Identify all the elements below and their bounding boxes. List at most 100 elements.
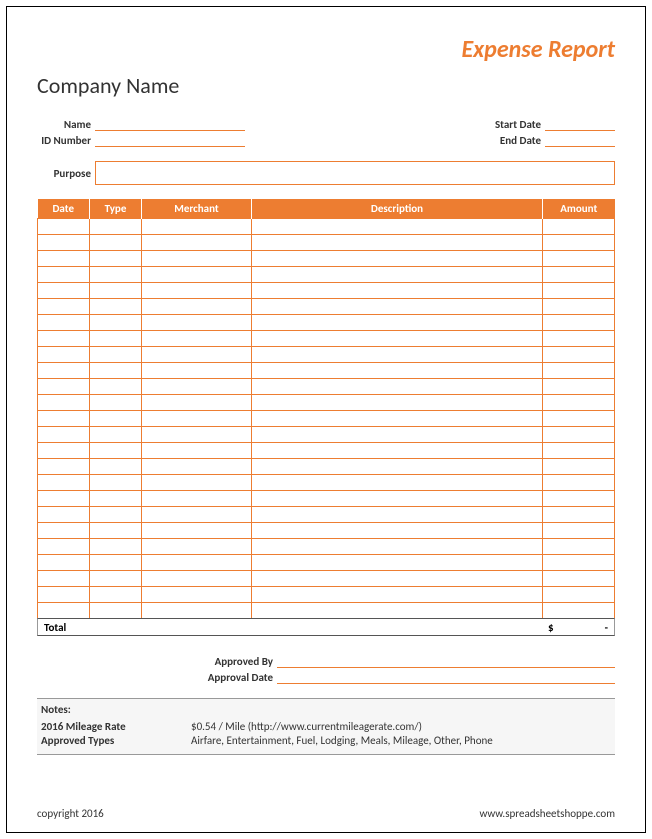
table-cell[interactable] (38, 459, 90, 475)
table-cell[interactable] (38, 299, 90, 315)
table-cell[interactable] (90, 555, 142, 571)
table-cell[interactable] (543, 427, 615, 443)
table-cell[interactable] (252, 475, 543, 491)
table-cell[interactable] (38, 347, 90, 363)
table-cell[interactable] (252, 315, 543, 331)
table-cell[interactable] (90, 475, 142, 491)
table-cell[interactable] (543, 267, 615, 283)
table-cell[interactable] (38, 475, 90, 491)
table-cell[interactable] (90, 283, 142, 299)
table-cell[interactable] (252, 251, 543, 267)
table-cell[interactable] (252, 571, 543, 587)
table-cell[interactable] (543, 491, 615, 507)
table-cell[interactable] (252, 491, 543, 507)
table-cell[interactable] (90, 523, 142, 539)
name-input-line[interactable] (95, 117, 245, 131)
table-cell[interactable] (90, 315, 142, 331)
table-cell[interactable] (543, 571, 615, 587)
table-cell[interactable] (543, 475, 615, 491)
table-cell[interactable] (543, 523, 615, 539)
table-cell[interactable] (142, 587, 252, 603)
table-cell[interactable] (252, 283, 543, 299)
table-cell[interactable] (543, 363, 615, 379)
table-cell[interactable] (252, 267, 543, 283)
table-cell[interactable] (90, 491, 142, 507)
table-cell[interactable] (252, 555, 543, 571)
table-cell[interactable] (142, 395, 252, 411)
table-cell[interactable] (142, 251, 252, 267)
table-cell[interactable] (38, 491, 90, 507)
table-cell[interactable] (543, 555, 615, 571)
table-cell[interactable] (252, 379, 543, 395)
table-cell[interactable] (38, 411, 90, 427)
table-cell[interactable] (543, 539, 615, 555)
table-cell[interactable] (543, 411, 615, 427)
table-cell[interactable] (252, 427, 543, 443)
table-cell[interactable] (38, 555, 90, 571)
table-cell[interactable] (90, 507, 142, 523)
table-cell[interactable] (543, 219, 615, 235)
table-cell[interactable] (142, 539, 252, 555)
end-date-input-line[interactable] (545, 133, 615, 147)
table-cell[interactable] (543, 379, 615, 395)
table-cell[interactable] (252, 539, 543, 555)
approved-by-input-line[interactable] (277, 654, 615, 668)
table-cell[interactable] (543, 251, 615, 267)
table-cell[interactable] (90, 443, 142, 459)
table-cell[interactable] (38, 603, 90, 619)
table-cell[interactable] (252, 219, 543, 235)
table-cell[interactable] (142, 603, 252, 619)
table-cell[interactable] (543, 331, 615, 347)
table-cell[interactable] (252, 395, 543, 411)
table-cell[interactable] (252, 411, 543, 427)
table-cell[interactable] (252, 603, 543, 619)
table-cell[interactable] (38, 315, 90, 331)
table-cell[interactable] (90, 427, 142, 443)
table-cell[interactable] (142, 283, 252, 299)
table-cell[interactable] (252, 587, 543, 603)
table-cell[interactable] (252, 363, 543, 379)
table-cell[interactable] (38, 363, 90, 379)
table-cell[interactable] (543, 347, 615, 363)
table-cell[interactable] (142, 427, 252, 443)
table-cell[interactable] (142, 379, 252, 395)
table-cell[interactable] (38, 539, 90, 555)
table-cell[interactable] (543, 299, 615, 315)
table-cell[interactable] (252, 347, 543, 363)
table-cell[interactable] (38, 251, 90, 267)
table-cell[interactable] (90, 571, 142, 587)
table-cell[interactable] (142, 459, 252, 475)
table-cell[interactable] (90, 251, 142, 267)
table-cell[interactable] (252, 443, 543, 459)
table-cell[interactable] (90, 411, 142, 427)
table-cell[interactable] (252, 331, 543, 347)
table-cell[interactable] (38, 443, 90, 459)
table-cell[interactable] (38, 379, 90, 395)
table-cell[interactable] (38, 283, 90, 299)
table-cell[interactable] (142, 267, 252, 283)
table-cell[interactable] (252, 459, 543, 475)
table-cell[interactable] (142, 363, 252, 379)
table-cell[interactable] (142, 491, 252, 507)
table-cell[interactable] (38, 395, 90, 411)
table-cell[interactable] (543, 603, 615, 619)
table-cell[interactable] (543, 459, 615, 475)
table-cell[interactable] (90, 603, 142, 619)
table-cell[interactable] (142, 315, 252, 331)
table-cell[interactable] (90, 331, 142, 347)
table-cell[interactable] (543, 315, 615, 331)
table-cell[interactable] (90, 299, 142, 315)
table-cell[interactable] (252, 507, 543, 523)
table-cell[interactable] (543, 395, 615, 411)
table-cell[interactable] (252, 523, 543, 539)
start-date-input-line[interactable] (545, 117, 615, 131)
table-cell[interactable] (90, 347, 142, 363)
table-cell[interactable] (142, 299, 252, 315)
table-cell[interactable] (142, 443, 252, 459)
table-cell[interactable] (543, 283, 615, 299)
table-cell[interactable] (38, 267, 90, 283)
table-cell[interactable] (38, 427, 90, 443)
purpose-input-box[interactable] (95, 161, 615, 185)
table-cell[interactable] (142, 571, 252, 587)
table-cell[interactable] (543, 443, 615, 459)
